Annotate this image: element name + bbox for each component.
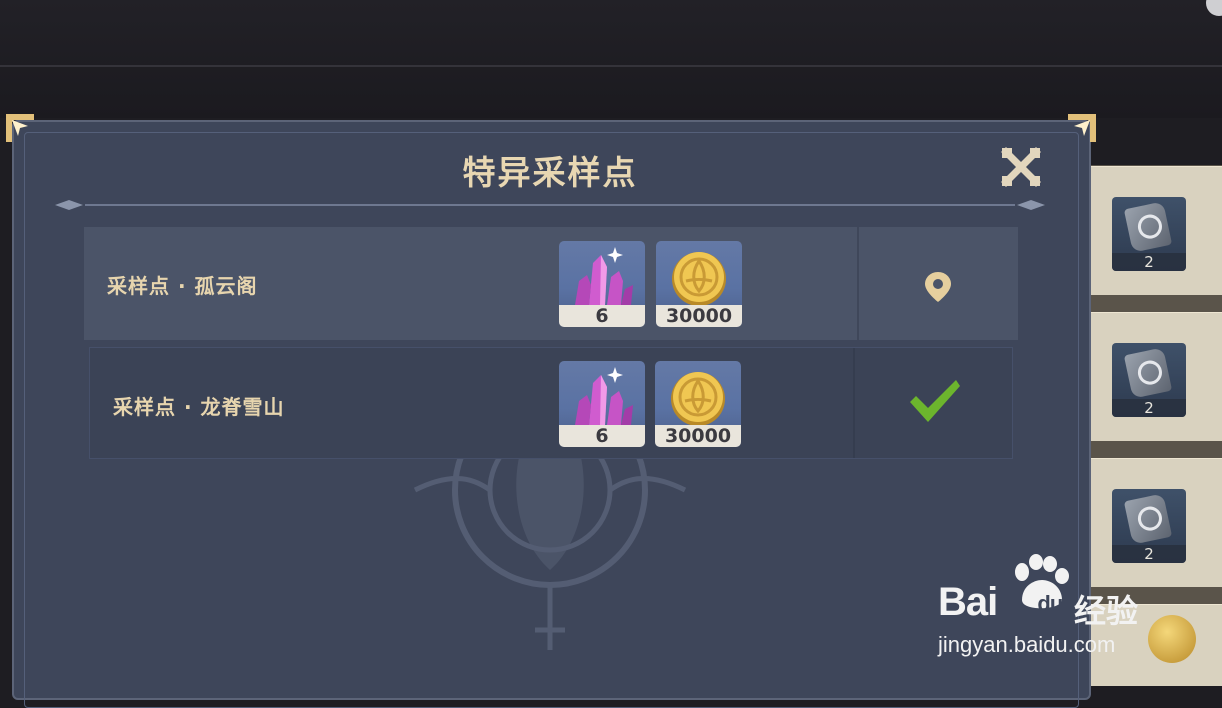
reward-qty: 6 xyxy=(559,425,645,447)
sampling-point-name: 采样点 · 龙脊雪山 xyxy=(113,395,285,419)
crystal-icon xyxy=(575,367,633,425)
baidu-brand-left: Bai xyxy=(938,580,998,624)
baidu-watermark: Bai du 经验 jingyan.baidu.com xyxy=(938,554,1168,670)
artifact-tile: 2 xyxy=(1112,343,1186,417)
row-divider xyxy=(853,348,855,458)
checkmark-icon xyxy=(910,380,960,422)
close-icon[interactable] xyxy=(1000,146,1042,188)
sampling-point-row[interactable]: 采样点 · 龙脊雪山 6 30000 xyxy=(89,347,1013,459)
artifact-icon xyxy=(1123,201,1173,253)
corner-ornament-icon xyxy=(1068,114,1096,142)
sampling-point-row[interactable]: 采样点 · 孤云阁 6 30000 xyxy=(84,227,1018,340)
baidu-url: jingyan.baidu.com xyxy=(938,632,1116,657)
artifact-icon xyxy=(1123,347,1173,399)
baidu-brand: Bai du xyxy=(938,580,1069,625)
reward-qty: 6 xyxy=(559,305,645,327)
sampling-point-name: 采样点 · 孤云阁 xyxy=(107,274,258,298)
side-item-qty: 2 xyxy=(1112,399,1186,417)
title-divider xyxy=(55,200,1045,210)
reward-crystal[interactable]: 6 xyxy=(559,361,645,447)
mora-coin-icon xyxy=(672,252,726,306)
reward-crystal[interactable]: 6 xyxy=(559,241,645,327)
artifact-tile: 2 xyxy=(1112,489,1186,563)
corner-ornament-icon xyxy=(6,114,34,142)
map-pin-icon[interactable] xyxy=(924,271,952,303)
reward-qty: 30000 xyxy=(655,425,741,447)
reward-mora[interactable]: 30000 xyxy=(655,361,741,447)
reward-qty: 30000 xyxy=(656,305,742,327)
row-divider xyxy=(857,227,859,340)
background-divider xyxy=(0,65,1222,67)
mora-coin-icon xyxy=(671,372,725,426)
background-top xyxy=(0,0,1222,118)
crystal-icon xyxy=(575,247,633,305)
artifact-tile: 2 xyxy=(1112,197,1186,271)
artifact-icon xyxy=(1123,493,1173,545)
panel-title: 特异采样点 xyxy=(462,153,638,192)
side-item-qty: 2 xyxy=(1112,253,1186,271)
baidu-brand-right: 经验 xyxy=(1074,592,1139,630)
side-card[interactable]: 2 xyxy=(1090,166,1222,295)
reward-mora[interactable]: 30000 xyxy=(656,241,742,327)
side-card[interactable]: 2 xyxy=(1090,312,1222,441)
